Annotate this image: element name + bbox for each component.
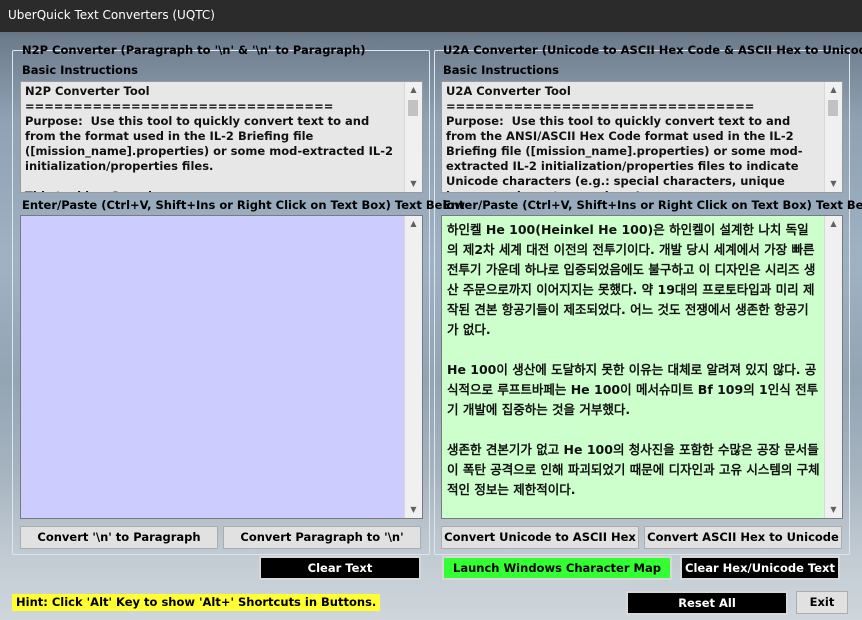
n2p-input-scrollbar[interactable]: ▲ ▼ (404, 216, 422, 518)
u2a-input-textbox[interactable]: 하인켈 He 100(Heinkel He 100)은 하인켈이 설계한 나치 … (441, 215, 843, 519)
n2p-instructions-label: Basic Instructions (22, 63, 138, 77)
scroll-thumb[interactable] (408, 100, 418, 116)
window-title: UberQuick Text Converters (UQTC) (8, 8, 215, 22)
launch-character-map-button[interactable]: Launch Windows Character Map (442, 556, 672, 580)
scroll-thumb[interactable] (828, 100, 838, 116)
u2a-instructions-box[interactable]: U2A Converter Tool =====================… (441, 81, 843, 193)
n2p-instructions-text: N2P Converter Tool =====================… (25, 84, 393, 192)
u2a-instructions-label: Basic Instructions (443, 63, 559, 77)
u2a-input-text: 하인켈 He 100(Heinkel He 100)은 하인켈이 설계한 나치 … (447, 222, 820, 497)
n2p-instructions-box[interactable]: N2P Converter Tool =====================… (20, 81, 423, 193)
clear-text-button[interactable]: Clear Text (259, 556, 421, 580)
exit-button[interactable]: Exit (796, 591, 848, 614)
title-bar[interactable]: UberQuick Text Converters (UQTC) (0, 0, 862, 32)
scroll-up-icon[interactable]: ▲ (405, 216, 422, 232)
clear-hex-unicode-button[interactable]: Clear Hex/Unicode Text (680, 556, 840, 580)
n2p-instructions-scrollbar[interactable]: ▲ ▼ (404, 82, 422, 192)
scroll-down-icon[interactable]: ▼ (825, 502, 842, 518)
hint-bar: Hint: Click 'Alt' Key to show 'Alt+' Sho… (12, 594, 381, 611)
scroll-down-icon[interactable]: ▼ (405, 176, 422, 192)
n2p-input-textbox[interactable]: ▲ ▼ (20, 215, 423, 519)
u2a-instructions-scrollbar[interactable]: ▲ ▼ (824, 82, 842, 192)
convert-unicode-to-hex-button[interactable]: Convert Unicode to ASCII Hex (441, 526, 639, 549)
u2a-input-scrollbar[interactable]: ▲ ▼ (824, 216, 842, 518)
u2a-instructions-text: U2A Converter Tool =====================… (446, 84, 803, 192)
u2a-legend: U2A Converter (Unicode to ASCII Hex Code… (443, 43, 862, 57)
scroll-up-icon[interactable]: ▲ (825, 216, 842, 232)
convert-paragraph-to-n-button[interactable]: Convert Paragraph to '\n' (223, 526, 421, 549)
n2p-legend: N2P Converter (Paragraph to '\n' & '\n' … (22, 43, 366, 57)
scroll-down-icon[interactable]: ▼ (825, 176, 842, 192)
convert-n-to-paragraph-button[interactable]: Convert '\n' to Paragraph (20, 526, 218, 549)
convert-hex-to-unicode-button[interactable]: Convert ASCII Hex to Unicode (644, 526, 842, 549)
scroll-down-icon[interactable]: ▼ (405, 502, 422, 518)
scroll-up-icon[interactable]: ▲ (825, 82, 842, 98)
u2a-input-label: Enter/Paste (Ctrl+V, Shift+Ins or Right … (443, 198, 862, 212)
n2p-input-label: Enter/Paste (Ctrl+V, Shift+Ins or Right … (22, 198, 465, 212)
app-window: UberQuick Text Converters (UQTC) N2P Con… (0, 0, 862, 620)
reset-all-button[interactable]: Reset All (626, 591, 788, 615)
scroll-up-icon[interactable]: ▲ (405, 82, 422, 98)
